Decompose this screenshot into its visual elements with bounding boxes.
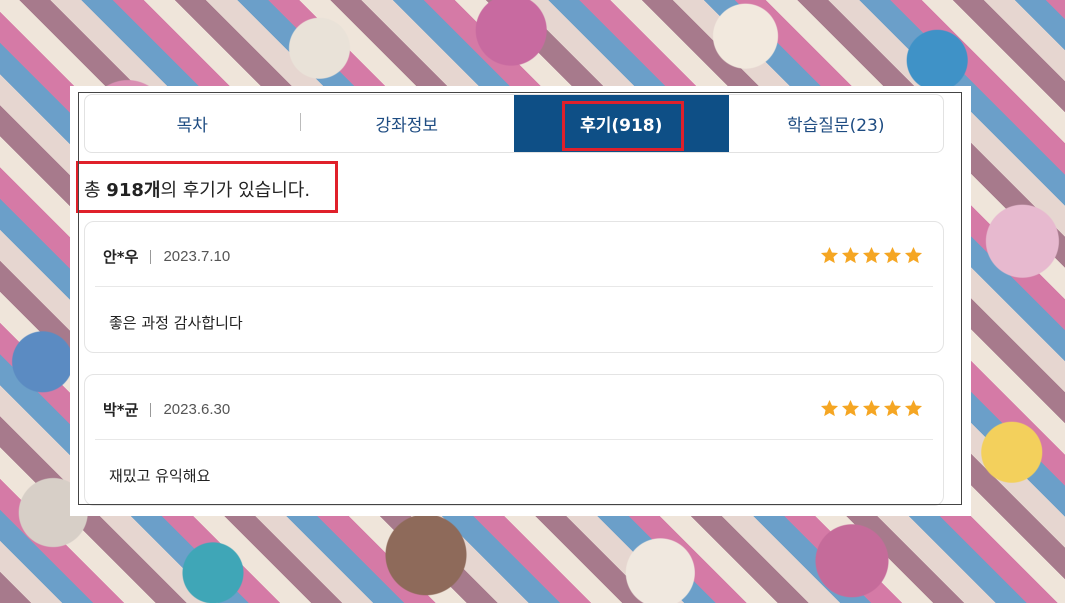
highlight-box-count bbox=[76, 161, 338, 213]
divider bbox=[150, 249, 152, 264]
review-card: 박*균 2023.6.30 재밌고 유익해요 bbox=[84, 374, 944, 506]
tab-course-info[interactable]: 강좌정보 bbox=[299, 95, 515, 152]
star-icon bbox=[862, 246, 881, 264]
divider bbox=[95, 439, 933, 440]
star-rating bbox=[820, 399, 923, 418]
review-date: 2023.7.10 bbox=[163, 248, 231, 265]
review-header: 안*우 2023.7.10 bbox=[103, 246, 230, 267]
star-icon bbox=[841, 399, 860, 417]
star-icon bbox=[820, 246, 839, 264]
tab-bar: 목차 강좌정보 후기(918) 학습질문(23) bbox=[84, 94, 944, 153]
review-date: 2023.6.30 bbox=[163, 401, 231, 418]
tab-label: 학습질문(23) bbox=[787, 116, 885, 136]
star-icon bbox=[904, 246, 923, 264]
review-header: 박*균 2023.6.30 bbox=[103, 399, 230, 420]
review-card: 안*우 2023.7.10 좋은 과정 감사합니다 bbox=[84, 221, 944, 353]
tab-label: 목차 bbox=[176, 116, 208, 136]
review-text: 재밌고 유익해요 bbox=[109, 467, 211, 485]
star-icon bbox=[841, 246, 860, 264]
tab-questions[interactable]: 학습질문(23) bbox=[729, 95, 944, 152]
star-rating bbox=[820, 246, 923, 265]
star-icon bbox=[883, 399, 902, 417]
reviewer-name: 박*균 bbox=[103, 401, 139, 419]
tab-contents[interactable]: 목차 bbox=[85, 95, 300, 152]
reviewer-name: 안*우 bbox=[103, 248, 139, 266]
star-icon bbox=[862, 399, 881, 417]
tab-label: 강좌정보 bbox=[375, 116, 439, 136]
star-icon bbox=[883, 246, 902, 264]
divider bbox=[150, 402, 152, 417]
star-icon bbox=[820, 399, 839, 417]
highlight-box-tab bbox=[562, 101, 684, 151]
star-icon bbox=[904, 399, 923, 417]
divider bbox=[95, 286, 933, 287]
review-text: 좋은 과정 감사합니다 bbox=[109, 314, 243, 332]
